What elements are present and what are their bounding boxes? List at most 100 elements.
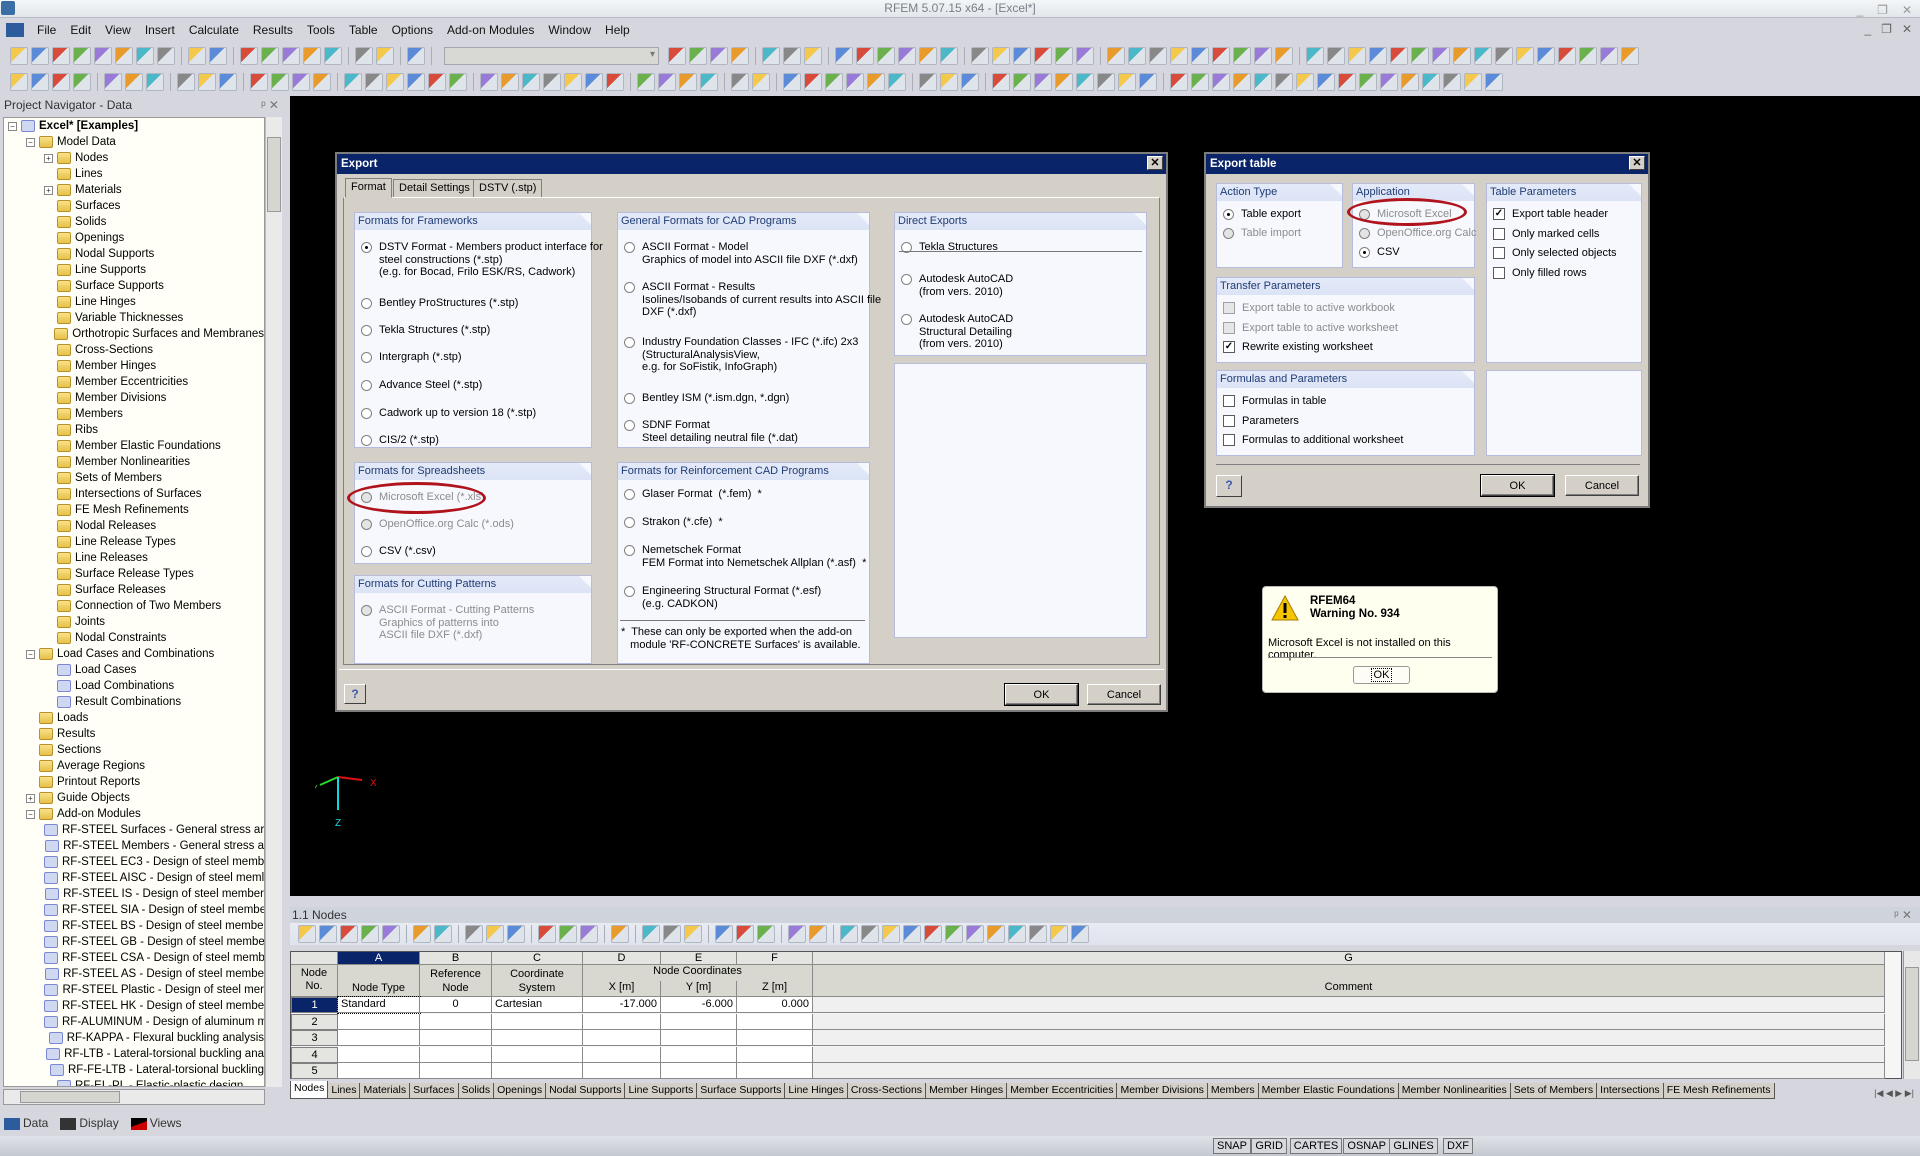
- toolbar-button-icon[interactable]: [867, 73, 885, 91]
- toolbar-button-icon[interactable]: [1191, 73, 1209, 91]
- radio-button[interactable]: [361, 242, 372, 253]
- sheet-tab-surface-supports[interactable]: Surface Supports: [696, 1083, 786, 1099]
- toolbar-button-icon[interactable]: [1621, 47, 1639, 65]
- toolbar-button-icon[interactable]: [1013, 47, 1031, 65]
- toolbar-button-icon[interactable]: [52, 73, 70, 91]
- toolbar-button-icon[interactable]: [486, 925, 504, 943]
- toolbar-button-icon[interactable]: [340, 925, 358, 943]
- status-toggle-grid[interactable]: GRID: [1251, 1138, 1287, 1154]
- table-cell[interactable]: [661, 1013, 737, 1030]
- formula-param-formulas-to-additional-worksheet[interactable]: Formulas to additional worksheet: [1223, 434, 1403, 447]
- tree-item-member-eccentricities[interactable]: Member Eccentricities: [4, 374, 264, 390]
- toolbar-button-icon[interactable]: [507, 925, 525, 943]
- toolbar-button-icon[interactable]: [689, 47, 707, 65]
- toolbar-button-icon[interactable]: [700, 73, 718, 91]
- toolbar-button-icon[interactable]: [1327, 47, 1345, 65]
- tree-item-results[interactable]: Results: [4, 726, 264, 742]
- tree-item-load-cases[interactable]: Load Cases: [4, 662, 264, 678]
- table-cell[interactable]: [813, 997, 1885, 1013]
- checkbox[interactable]: [1493, 266, 1505, 279]
- tree-item-addon[interactable]: RF-STEEL Members - General stress a: [4, 838, 264, 854]
- toolbar-button-icon[interactable]: [361, 925, 379, 943]
- export-table-cancel-button[interactable]: Cancel: [1565, 475, 1639, 496]
- tree-item-addon[interactable]: RF-STEEL SIA - Design of steel membe: [4, 902, 264, 918]
- sheet-tab-surfaces[interactable]: Surfaces: [409, 1083, 459, 1099]
- checkbox[interactable]: [1223, 434, 1235, 446]
- toolbar-button-icon[interactable]: [1338, 73, 1356, 91]
- restore-icon[interactable]: ❐: [1877, 2, 1888, 19]
- tree-item-load-combinations[interactable]: Load Combinations: [4, 678, 264, 694]
- toolbar-button-icon[interactable]: [1254, 47, 1272, 65]
- navigator-hscroll[interactable]: [3, 1089, 265, 1105]
- sheet-tab-nodal-supports[interactable]: Nodal Supports: [545, 1083, 626, 1099]
- status-toggle-cartes[interactable]: CARTES: [1289, 1138, 1343, 1154]
- menu-results[interactable]: Results: [246, 23, 300, 37]
- row-header[interactable]: 2: [291, 1013, 338, 1030]
- radio-button[interactable]: [624, 393, 635, 404]
- table-cell[interactable]: [420, 1030, 492, 1046]
- radio-button[interactable]: [624, 545, 635, 556]
- toolbar-button-icon[interactable]: [1254, 73, 1272, 91]
- framework-option[interactable]: CIS/2 (*.stp): [361, 434, 439, 447]
- toolbar-button-icon[interactable]: [731, 47, 749, 65]
- table-cell[interactable]: [813, 1063, 1885, 1079]
- radio-button[interactable]: [624, 517, 635, 528]
- framework-option[interactable]: Bentley ProStructures (*.stp): [361, 297, 518, 310]
- pin-close-icons[interactable]: ᵖ ✕: [261, 96, 279, 114]
- toolbar-button-icon[interactable]: [407, 73, 425, 91]
- toolbar-button-icon[interactable]: [407, 47, 425, 65]
- toolbar-button-icon[interactable]: [731, 73, 749, 91]
- toolbar-button-icon[interactable]: [580, 925, 598, 943]
- toolbar-button-icon[interactable]: [1422, 73, 1440, 91]
- radio-button[interactable]: [361, 408, 372, 419]
- toolbar-button-icon[interactable]: [73, 47, 91, 65]
- toolbar-button-icon[interactable]: [1097, 73, 1115, 91]
- tree-item-guide-objects[interactable]: + Guide Objects: [4, 790, 264, 806]
- tree-item-cross-sections[interactable]: Cross-Sections: [4, 342, 264, 358]
- toolbar-button-icon[interactable]: [1076, 73, 1094, 91]
- framework-option[interactable]: DSTV Format - Members product interface …: [361, 241, 603, 279]
- sheet-tab-member-nonlinearities[interactable]: Member Nonlinearities: [1397, 1083, 1511, 1099]
- toolbar-button-icon[interactable]: [1212, 73, 1230, 91]
- tree-item-nodes[interactable]: + Nodes: [4, 150, 264, 166]
- sheet-tab-solids[interactable]: Solids: [457, 1083, 495, 1099]
- sheet-tab-openings[interactable]: Openings: [493, 1083, 547, 1099]
- toolbar-button-icon[interactable]: [611, 925, 629, 943]
- toolbar-button-icon[interactable]: [1233, 73, 1251, 91]
- table-cell[interactable]: [420, 1013, 492, 1030]
- toolbar-button-icon[interactable]: [298, 925, 316, 943]
- tree-item-member-nonlinearities[interactable]: Member Nonlinearities: [4, 454, 264, 470]
- toolbar-button-icon[interactable]: [522, 73, 540, 91]
- toolbar-button-icon[interactable]: [992, 47, 1010, 65]
- toolbar-button-icon[interactable]: [919, 47, 937, 65]
- tree-item-line-release-types[interactable]: Line Release Types: [4, 534, 264, 550]
- toolbar-button-icon[interactable]: [679, 73, 697, 91]
- tree-item-result-combinations[interactable]: Result Combinations: [4, 694, 264, 710]
- cad-format-option[interactable]: Industry Foundation Classes - IFC (*.ifc…: [624, 336, 858, 374]
- sheet-tab-member-hinges[interactable]: Member Hinges: [925, 1083, 1008, 1099]
- toolbar-button-icon[interactable]: [125, 73, 143, 91]
- toolbar-button-icon[interactable]: [1071, 925, 1089, 943]
- tree-item-surface-releases[interactable]: Surface Releases: [4, 582, 264, 598]
- table-cell[interactable]: [492, 1030, 583, 1046]
- table-cell[interactable]: -17.000: [583, 997, 661, 1013]
- toolbar-button-icon[interactable]: [877, 47, 895, 65]
- tree-item-materials[interactable]: + Materials: [4, 182, 264, 198]
- toolbar-button-icon[interactable]: [1055, 73, 1073, 91]
- menu-edit[interactable]: Edit: [63, 23, 98, 37]
- sheet-tab-intersections[interactable]: Intersections: [1596, 1083, 1664, 1099]
- sheet-tab-member-divisions[interactable]: Member Divisions: [1116, 1083, 1208, 1099]
- toolbar-button-icon[interactable]: [1128, 47, 1146, 65]
- toolbar-button-icon[interactable]: [840, 925, 858, 943]
- toolbar-button-icon[interactable]: [684, 925, 702, 943]
- toolbar-button-icon[interactable]: [376, 47, 394, 65]
- table-cell[interactable]: [338, 1030, 420, 1046]
- tree-item-addon[interactable]: RF-STEEL Plastic - Design of steel mer: [4, 982, 264, 998]
- toolbar-button-icon[interactable]: [1055, 47, 1073, 65]
- formula-param-formulas-in-table[interactable]: Formulas in table: [1223, 395, 1326, 408]
- toolbar-button-icon[interactable]: [1296, 73, 1314, 91]
- tree-item-addon[interactable]: RF-FE-LTB - Lateral-torsional buckling: [4, 1062, 264, 1078]
- reinforcement-format-option[interactable]: Engineering Structural Format (*.esf) (e…: [624, 585, 821, 610]
- toolbar-button-icon[interactable]: [73, 73, 91, 91]
- framework-option[interactable]: Tekla Structures (*.stp): [361, 324, 490, 337]
